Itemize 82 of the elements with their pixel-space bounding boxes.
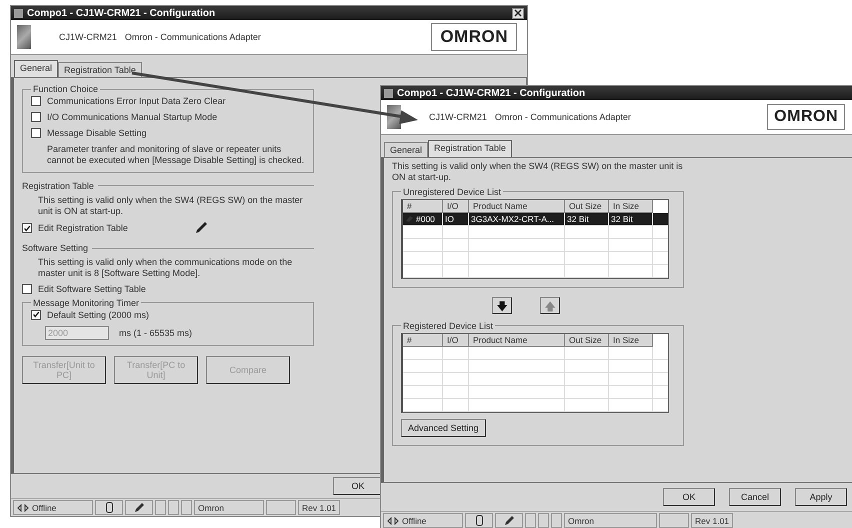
column-header[interactable]: #	[403, 200, 443, 212]
move-down-button[interactable]: 🡇	[492, 296, 512, 314]
group-title: Unregistered Device List	[402, 186, 502, 196]
device-icon	[476, 515, 482, 526]
close-button[interactable]	[512, 8, 524, 18]
app-icon	[384, 88, 393, 98]
status-bar-panel	[168, 500, 179, 515]
status-text: Rev 1.01	[691, 513, 734, 528]
device-description: Omron - Communications Adapter	[494, 112, 632, 122]
table-cell: 32 Bit	[611, 214, 633, 224]
tab[interactable]: Registration Table	[428, 140, 512, 157]
app-icon	[14, 8, 23, 18]
window-title: Compo1 - CJ1W-CRM21 - Configuration	[397, 88, 586, 98]
close-icon	[514, 9, 522, 17]
checkbox[interactable]	[22, 284, 32, 294]
status-text: Rev 1.01	[298, 500, 340, 515]
pencil-icon	[194, 221, 208, 235]
tab[interactable]: General	[384, 142, 428, 157]
column-header[interactable]: Product Name	[469, 200, 565, 212]
checkbox[interactable]	[31, 112, 41, 122]
window-title: Compo1 - CJ1W-CRM21 - Configuration	[27, 8, 216, 18]
checkbox-label: Edit Software Setting Table	[38, 284, 146, 294]
column-header[interactable]: In Size	[609, 200, 653, 212]
column-header[interactable]: In Size	[609, 334, 653, 346]
status-bar-panel	[551, 513, 562, 528]
status-text: Offline	[402, 516, 426, 526]
dialog-button[interactable]: Cancel	[729, 488, 781, 506]
section-title: Registration Table	[22, 180, 94, 190]
status-bar-panel	[525, 513, 536, 528]
unit-label: ms (1 - 65535 ms)	[119, 328, 192, 338]
device-icon	[17, 25, 31, 49]
status-text: Omron	[564, 513, 657, 528]
device-icon	[405, 214, 414, 222]
advanced-setting-button[interactable]: Advanced Setting	[401, 418, 486, 436]
table-cell: 32 Bit	[567, 214, 589, 224]
note-text: This setting is valid only when the communications mode on the master unit is 8 [Software Setting Mode].	[37, 257, 294, 280]
note-text: Parameter tranfer and monitoring of slave or repeater units cannot be executed when [Message Disable Setting] is checked.	[46, 144, 305, 166]
checkbox-label: Edit Registration Table	[38, 223, 128, 233]
device-icon	[106, 502, 112, 513]
group-title: Function Choice	[32, 84, 100, 94]
logo: OMRON	[767, 104, 845, 130]
status-bar-panel	[538, 513, 549, 528]
status-bar-panel	[266, 500, 296, 515]
column-header[interactable]: #	[403, 334, 443, 346]
checkbox-label: Communications Error Input Data Zero Clear	[47, 96, 226, 106]
connection-icon	[17, 504, 29, 512]
checkbox-label: Default Setting (2000 ms)	[47, 310, 150, 320]
table-row[interactable]: #000 IO 3G3AX-MX2-CRT-A... 32 Bit 32 Bit	[403, 212, 668, 226]
model-name: CJ1W-CRM21	[429, 112, 487, 122]
logo: OMRON	[431, 23, 517, 51]
status-bar-panel	[659, 513, 689, 528]
table-cell: IO	[445, 214, 454, 224]
checkbox[interactable]	[31, 96, 41, 106]
model-name: CJ1W-CRM21	[59, 32, 117, 42]
tab[interactable]: Registration Table	[58, 62, 142, 77]
status-text: Omron	[194, 500, 264, 515]
note-text: This setting is valid only when the SW4 (REGS SW) on the master unit is ON at start-up.	[392, 161, 684, 184]
checkbox-label: I/O Communications Manual Startup Mode	[47, 112, 218, 122]
tab[interactable]: General	[14, 60, 58, 77]
column-header[interactable]: Out Size	[565, 334, 609, 346]
section-title: Software Setting	[22, 243, 88, 253]
dialog-button[interactable]: OK	[663, 488, 715, 506]
group-title: Registered Device List	[402, 320, 494, 330]
column-header[interactable]: I/O	[443, 200, 469, 212]
status-text: Offline	[32, 502, 56, 512]
checkbox-label: Message Disable Setting	[47, 128, 147, 138]
status-bar-panel	[181, 500, 192, 515]
device-description: Omron - Communications Adapter	[124, 32, 262, 42]
column-header[interactable]: I/O	[443, 334, 469, 346]
connection-icon	[387, 516, 399, 524]
table-cell: #000	[416, 214, 435, 224]
group-title: Message Monitoring Timer	[32, 298, 140, 308]
column-header[interactable]: Out Size	[565, 200, 609, 212]
table-cell: 3G3AX-MX2-CRT-A...	[471, 214, 554, 224]
dialog-button[interactable]: Apply	[795, 488, 847, 506]
pencil-icon	[134, 502, 144, 513]
checkbox[interactable]	[31, 128, 41, 138]
checkbox[interactable]	[22, 223, 32, 233]
ok-button[interactable]: OK	[333, 477, 383, 495]
status-bar-panel	[155, 500, 166, 515]
column-header[interactable]: Product Name	[469, 334, 565, 346]
note-text: This setting is valid only when the SW4 (REGS SW) on the master unit is ON at start-up.	[37, 194, 304, 217]
